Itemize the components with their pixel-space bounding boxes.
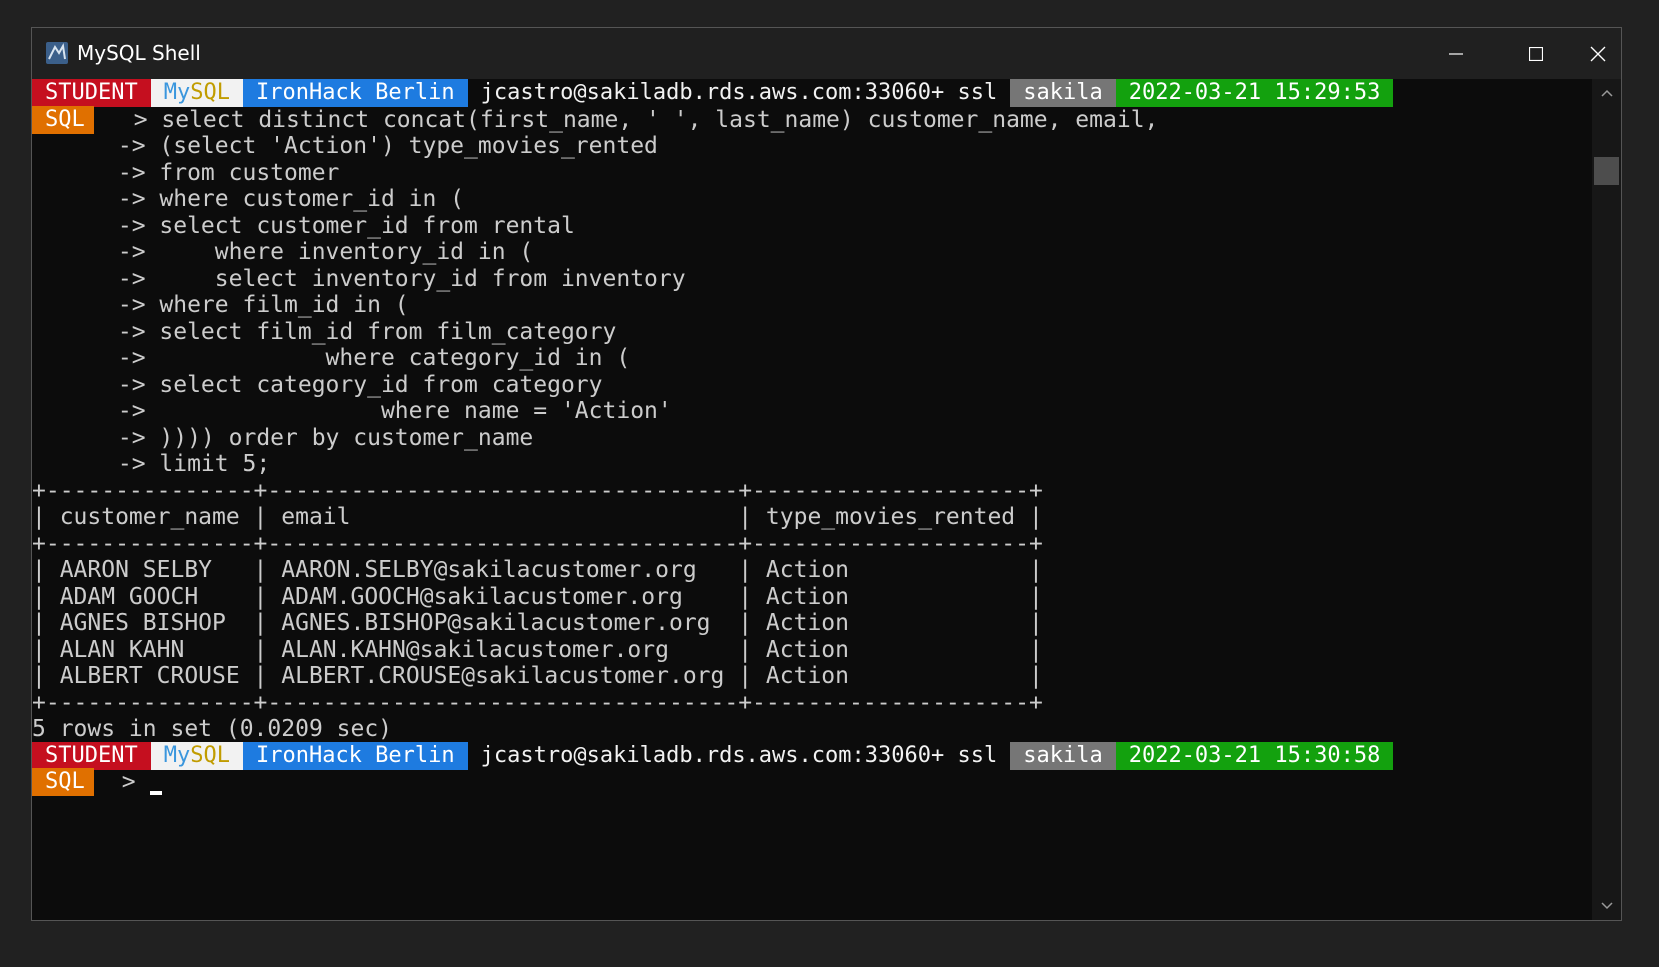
table-header-row: | customer_name | email | type_movies_re… — [32, 504, 1043, 530]
query-line: -> )))) order by customer_name — [104, 424, 534, 451]
query-line: -> from customer — [104, 159, 340, 186]
prompt-mysql-my: My — [163, 742, 191, 768]
prompt-user-segment: STUDENT — [32, 741, 151, 770]
prompt-timestamp-segment: 2022-03-21 15:29:53 — [1115, 79, 1394, 107]
minimize-button[interactable] — [1416, 28, 1496, 79]
vertical-scrollbar[interactable] — [1592, 79, 1621, 920]
chevron-down-icon — [1600, 902, 1613, 910]
prompt-mode-bar: SQL — [32, 105, 94, 134]
text-cursor — [149, 791, 162, 795]
maximize-button[interactable] — [1496, 28, 1576, 79]
prompt-status-bar: STUDENT MySQL IronHack Berlin jcastro@sa… — [32, 79, 1394, 107]
prompt-mysql-segment: MySQL — [150, 741, 243, 770]
close-icon — [1590, 46, 1606, 61]
query-line: -> select category_id from category — [104, 371, 603, 398]
prompt-timestamp-segment: 2022-03-21 15:30:58 — [1115, 741, 1394, 770]
table-row: | AARON SELBY | AARON.SELBY@sakilacustom… — [32, 557, 1043, 583]
query-line: -> where inventory_id in ( — [104, 239, 534, 265]
chevron-up-icon — [1600, 89, 1613, 97]
table-row: | AGNES BISHOP | AGNES.BISHOP@sakilacust… — [32, 610, 1043, 636]
title-bar[interactable]: MySQL Shell — [32, 28, 1621, 79]
mysql-shell-window: MySQL Shell STUDENT MySQL IronHack Berli… — [31, 27, 1622, 921]
prompt-status-bar-2: STUDENT MySQL IronHack Berlin jcastro@sa… — [32, 741, 1394, 770]
query-line: -> where customer_id in ( — [104, 186, 465, 212]
query-line: > select distinct concat(first_name, ' '… — [106, 106, 1159, 133]
prompt-location-segment: IronHack Berlin — [242, 741, 468, 770]
prompt-user-segment: STUDENT — [32, 79, 151, 107]
table-border: +---------------+-----------------------… — [32, 530, 1043, 557]
query-line: -> select customer_id from rental — [104, 212, 575, 239]
query-line: -> where category_id in ( — [104, 345, 631, 371]
query-line: -> select film_id from film_category — [104, 318, 617, 345]
table-row: | ALBERT CROUSE | ALBERT.CROUSE@sakilacu… — [32, 663, 1043, 689]
scroll-down-button[interactable] — [1592, 892, 1621, 920]
maximize-icon — [1529, 46, 1543, 61]
input-marker: > — [94, 769, 136, 795]
prompt-mysql-sql: SQL — [190, 80, 230, 105]
close-button[interactable] — [1575, 28, 1621, 79]
table-border: +---------------+-----------------------… — [32, 477, 1043, 504]
result-summary: 5 rows in set (0.0209 sec) — [32, 716, 393, 742]
mysql-shell-app-icon — [46, 42, 68, 64]
command-input-line[interactable]: > — [94, 768, 162, 796]
prompt-mysql-my: My — [163, 80, 191, 105]
prompt-schema-segment: sakila — [1010, 741, 1116, 770]
prompt-mode-bar-2: SQL > — [32, 768, 162, 796]
prompt-mode-segment: SQL — [32, 105, 94, 134]
prompt-schema-segment: sakila — [1010, 79, 1116, 107]
scroll-up-button[interactable] — [1592, 79, 1621, 107]
scroll-thumb[interactable] — [1594, 157, 1619, 185]
prompt-connection-segment: jcastro@sakiladb.rds.aws.com:33060+ ssl — [467, 741, 1011, 770]
prompt-mode-segment: SQL — [32, 768, 94, 796]
query-line: -> where name = 'Action' — [104, 398, 672, 424]
query-line: -> where film_id in ( — [104, 292, 409, 318]
prompt-mysql-segment: MySQL — [150, 79, 243, 107]
minimize-icon — [1449, 52, 1463, 55]
terminal-output[interactable]: STUDENT MySQL IronHack Berlin jcastro@sa… — [32, 79, 1592, 920]
table-border: +---------------+-----------------------… — [32, 689, 1043, 716]
query-line: -> (select 'Action') type_movies_rented — [104, 133, 658, 159]
prompt-connection-segment: jcastro@sakiladb.rds.aws.com:33060+ ssl — [467, 79, 1011, 107]
table-row: | ALAN KAHN | ALAN.KAHN@sakilacustomer.o… — [32, 636, 1043, 663]
query-line: -> select inventory_id from inventory — [104, 265, 686, 292]
prompt-mysql-sql: SQL — [190, 742, 230, 768]
prompt-location-segment: IronHack Berlin — [242, 79, 468, 107]
table-row: | ADAM GOOCH | ADAM.GOOCH@sakilacustomer… — [32, 583, 1043, 610]
window-title: MySQL Shell — [77, 41, 201, 65]
query-line: -> limit 5; — [104, 451, 271, 477]
